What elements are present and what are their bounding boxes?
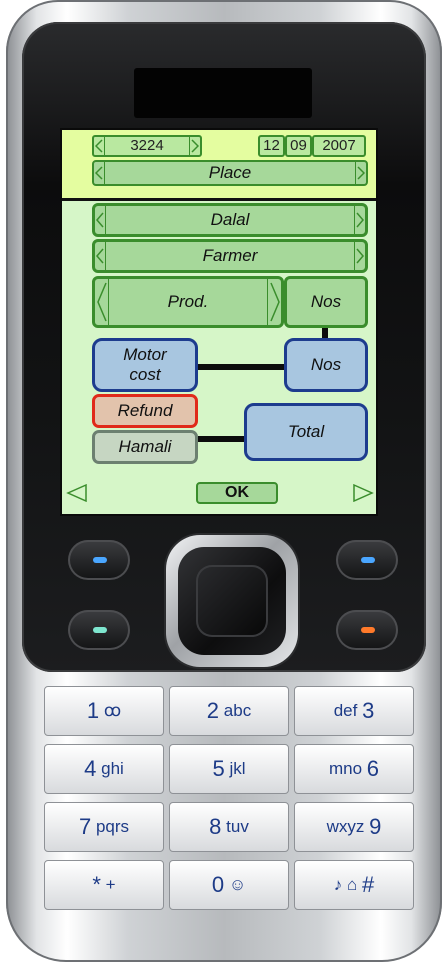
connector-line [198,436,244,442]
nav-right-arrow-icon[interactable] [352,483,374,507]
chevron-right-icon[interactable] [355,162,366,184]
product-field[interactable]: Prod. [92,276,284,328]
key-8[interactable]: 8 tuv [169,802,289,852]
hamali-label: Hamali [118,437,172,456]
key-digit: 9 [369,814,382,839]
left-softkey[interactable] [68,540,130,580]
key-star[interactable]: * + [44,860,164,910]
earpiece [134,68,312,118]
navigation-select-key[interactable] [196,565,268,637]
key-2[interactable]: 2 abc [169,686,289,736]
key-digit: * [92,872,101,897]
connector-line [198,364,284,370]
key-digit: # [361,872,375,897]
key-digit: 2 [206,698,220,723]
date-year-field[interactable]: 2007 [312,135,366,157]
record-number: 3224 [130,137,164,154]
chevron-right-icon[interactable] [267,279,281,325]
chevron-right-icon[interactable] [189,137,200,155]
key-9[interactable]: wxyz 9 [294,802,414,852]
key-6[interactable]: mno 6 [294,744,414,794]
ok-button[interactable]: OK [196,482,278,504]
motor-quantity-field[interactable]: Nos [284,338,368,392]
farmer-label: Farmer [202,246,258,265]
date-month-field[interactable]: 09 [285,135,312,157]
key-letters: + [105,875,116,894]
key-4[interactable]: 4 ghi [44,744,164,794]
key-digit: 1 [86,698,100,723]
key-hash[interactable]: ♪ ⌂ # [294,860,414,910]
chevron-right-icon[interactable] [354,206,365,234]
key-letters: ☺ [228,875,247,894]
chevron-left-icon[interactable] [95,206,106,234]
chevron-left-icon[interactable] [94,162,105,184]
left-softkey-indicator-icon [93,557,107,563]
end-call-icon [361,627,375,633]
keypad: 1 ꝏ 2 abc def 3 4 ghi 5 jkl mno 6 7 pqrs… [44,686,414,918]
key-digit: 7 [78,814,92,839]
date-day: 12 [263,137,280,154]
hamali-field[interactable]: Hamali [92,430,198,464]
dalal-field[interactable]: Dalal [92,203,368,237]
key-1[interactable]: 1 ꝏ [44,686,164,736]
header-divider [62,198,376,201]
product-quantity-field[interactable]: Nos [284,276,368,328]
key-letters: def [333,701,358,720]
date-year: 2007 [322,137,356,154]
motor-cost-label: Motor cost [123,345,167,384]
key-letters: tuv [226,817,249,836]
ok-label: OK [225,484,249,501]
place-label: Place [208,163,252,182]
date-day-field[interactable]: 12 [258,135,285,157]
chevron-right-icon[interactable] [354,242,365,270]
record-number-field[interactable]: 3224 [92,135,202,157]
call-key[interactable] [68,610,130,650]
key-3[interactable]: def 3 [294,686,414,736]
dalal-label: Dalal [210,210,250,229]
key-digit: 0 [211,872,225,897]
refund-label: Refund [117,401,173,420]
key-digit: 4 [84,756,97,781]
key-digit: 6 [366,756,380,781]
product-label: Prod. [167,292,209,311]
key-digit: 8 [209,814,222,839]
key-7[interactable]: 7 pqrs [44,802,164,852]
phone-screen: 3224 12 09 2007 Place Dalal Farmer Prod.… [62,130,376,514]
key-digit: 3 [362,698,375,723]
key-letters: ghi [101,759,124,778]
motor-cost-field[interactable]: Motor cost [92,338,198,392]
right-softkey[interactable] [336,540,398,580]
refund-field[interactable]: Refund [92,394,198,428]
key-letters: ♪ ⌂ [333,875,358,894]
total-field[interactable]: Total [244,403,368,461]
key-0[interactable]: 0 ☺ [169,860,289,910]
call-icon [93,627,107,633]
key-digit: 5 [212,756,225,781]
farmer-field[interactable]: Farmer [92,239,368,273]
date-month: 09 [290,137,307,154]
chevron-left-icon[interactable] [95,279,109,325]
nav-left-arrow-icon[interactable] [66,483,88,507]
key-letters: jkl [229,759,246,778]
key-letters: pqrs [95,817,130,836]
right-softkey-indicator-icon [361,557,375,563]
key-letters: wxyz [326,817,365,836]
place-field[interactable]: Place [92,160,368,186]
end-key[interactable] [336,610,398,650]
chevron-left-icon[interactable] [95,242,106,270]
motor-quantity-label: Nos [310,355,342,374]
total-label: Total [287,422,325,441]
product-quantity-label: Nos [310,292,342,311]
key-letters: abc [223,701,252,720]
key-letters: ꝏ [103,701,122,720]
key-5[interactable]: 5 jkl [169,744,289,794]
key-letters: mno [328,759,363,778]
chevron-left-icon[interactable] [94,137,105,155]
